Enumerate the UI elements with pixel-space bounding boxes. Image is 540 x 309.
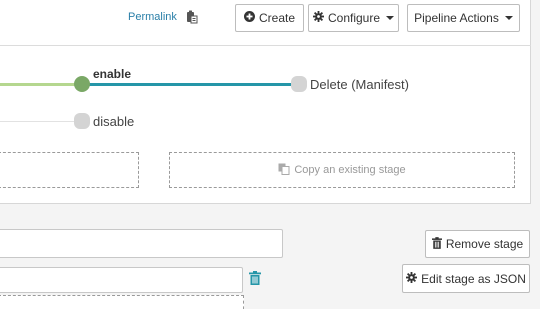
pipeline-graph: enable Delete (Manifest) disable <box>0 60 531 140</box>
copy-icon <box>278 163 290 178</box>
plus-circle-icon <box>243 11 255 25</box>
gear-icon <box>312 11 324 25</box>
stage-dependency-input[interactable] <box>0 267 243 293</box>
configure-button[interactable]: Configure <box>308 4 399 32</box>
create-button[interactable]: Create <box>235 4 304 32</box>
pipeline-panel: Permalink Create Configure Pipeline Acti… <box>0 0 531 204</box>
remove-stage-button[interactable]: Remove stage <box>425 230 530 258</box>
node-label-disable[interactable]: disable <box>93 114 134 129</box>
edit-json-label: Edit stage as JSON <box>421 271 526 286</box>
remove-stage-label: Remove stage <box>445 237 524 251</box>
pipeline-actions-button[interactable]: Pipeline Actions <box>407 4 520 32</box>
node-label-enable[interactable]: enable <box>93 67 131 81</box>
stage-name-input[interactable] <box>0 229 283 258</box>
header-divider <box>0 45 531 46</box>
copy-stage-placeholder[interactable]: Copy an existing stage <box>169 152 515 188</box>
gear-icon <box>406 271 418 286</box>
copy-stage-label: Copy an existing stage <box>294 164 406 176</box>
add-stage-placeholder[interactable] <box>0 152 139 188</box>
trash-icon[interactable] <box>249 271 261 285</box>
node-label-delete[interactable]: Delete (Manifest) <box>310 77 409 92</box>
edit-json-button[interactable]: Edit stage as JSON <box>402 264 530 293</box>
graph-edge <box>0 121 74 122</box>
add-dependency-placeholder[interactable] <box>0 295 244 309</box>
graph-node-disable[interactable] <box>74 113 90 129</box>
trash-icon <box>431 236 442 252</box>
graph-node-enable[interactable] <box>74 76 90 92</box>
graph-edge <box>0 83 80 86</box>
chevron-down-icon <box>386 16 395 20</box>
clipboard-icon[interactable] <box>186 10 198 24</box>
permalink-link[interactable]: Permalink <box>128 11 177 23</box>
graph-edge <box>88 83 293 86</box>
configure-label: Configure <box>327 11 381 25</box>
graph-node-delete[interactable] <box>291 76 307 92</box>
pipeline-actions-label: Pipeline Actions <box>414 11 499 25</box>
chevron-down-icon <box>504 16 513 20</box>
create-label: Create <box>258 11 296 25</box>
